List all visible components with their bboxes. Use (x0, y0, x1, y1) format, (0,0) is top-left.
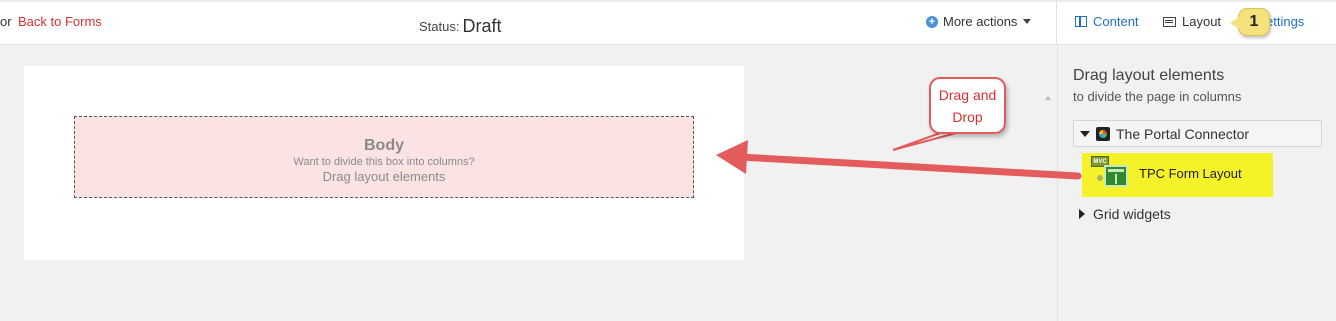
panel-subtitle: to divide the page in columns (1073, 89, 1242, 104)
drag-callout-line1: Drag and (938, 87, 997, 103)
portal-connector-group-toggle[interactable]: The Portal Connector (1073, 120, 1322, 147)
step-callout-bubble: 1 (1230, 8, 1270, 36)
plus-circle-icon: + (926, 15, 938, 28)
tab-layout-label: Layout (1182, 14, 1222, 29)
panel-title: Drag layout elements (1073, 67, 1225, 84)
tab-content-label: Content (1093, 14, 1139, 29)
editor-canvas: Body Want to divide this box into column… (0, 46, 1056, 321)
top-bar: or Back to Forms Status: Draft + More act… (0, 0, 1336, 45)
tab-content[interactable]: Content (1075, 14, 1139, 29)
connector-dot (1097, 175, 1103, 181)
body-drop-zone[interactable]: Body Want to divide this box into column… (74, 116, 694, 198)
more-actions-button[interactable]: + More actions (926, 14, 1032, 29)
body-zone-hint: Drag layout elements (322, 169, 446, 184)
layout-sidebar: Drag layout elements to divide the page … (1057, 46, 1336, 321)
grid-widgets-label: Grid widgets (1093, 206, 1171, 222)
more-actions-label: More actions (943, 14, 1018, 29)
grid-widgets-group-toggle[interactable]: Grid widgets (1079, 206, 1171, 222)
back-to-forms-link[interactable]: Back to Forms (18, 14, 102, 29)
grid-tile-icon (1104, 165, 1128, 187)
triangle-right-icon (1079, 209, 1085, 219)
list-icon (1163, 16, 1176, 27)
scroll-up-arrow-icon[interactable] (1045, 96, 1051, 100)
tpc-form-layout-widget[interactable]: MVC TPC Form Layout (1088, 156, 1242, 190)
status-value: Draft (462, 16, 502, 36)
page-container: Body Want to divide this box into column… (24, 66, 744, 260)
tab-layout[interactable]: Layout (1163, 14, 1221, 29)
body-zone-title: Body (364, 137, 404, 154)
drag-and-drop-callout: Drag and Drop (929, 77, 1006, 134)
group-label: The Portal Connector (1116, 125, 1250, 142)
caret-down-icon (1023, 19, 1032, 24)
widget-label: TPC Form Layout (1139, 165, 1242, 181)
columns-icon (1075, 16, 1087, 27)
mvc-layout-widget-icon: MVC (1088, 156, 1133, 190)
status-label: Status: (419, 19, 460, 34)
header-divider (1056, 0, 1057, 45)
body-zone-subtitle: Want to divide this box into columns? (293, 156, 475, 168)
status-indicator: Status: Draft (419, 15, 501, 36)
drag-callout-line2: Drop (952, 109, 983, 125)
truncated-title-text: or (0, 14, 12, 29)
portal-connector-logo-icon (1096, 126, 1110, 141)
tab-settings-label: ettings (1266, 14, 1305, 29)
triangle-down-icon (1080, 130, 1090, 137)
top-edge-line (0, 0, 1336, 2)
tab-settings[interactable]: ettings (1266, 14, 1304, 29)
